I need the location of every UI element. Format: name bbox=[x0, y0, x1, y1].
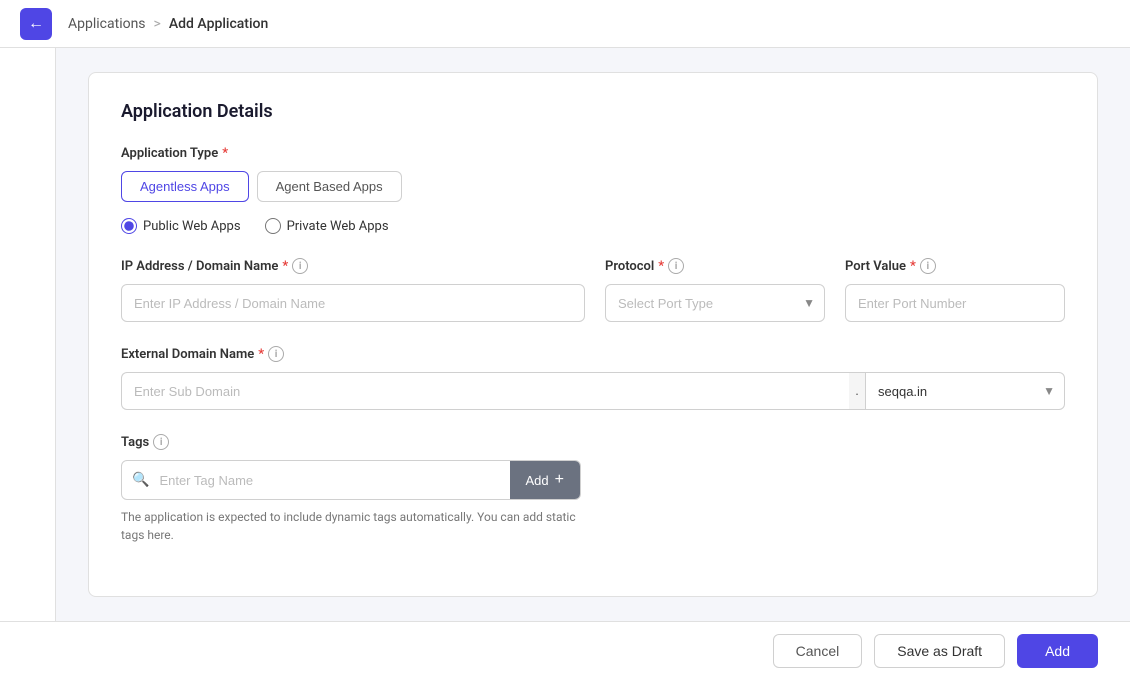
radio-public-text: Public Web Apps bbox=[143, 219, 241, 234]
add-plus-icon: + bbox=[555, 471, 564, 489]
tags-search-icon: 🔍 bbox=[122, 472, 159, 488]
external-domain-info-icon: i bbox=[268, 346, 284, 362]
save-draft-button[interactable]: Save as Draft bbox=[874, 634, 1005, 668]
main-content: Application Details Application Type * A… bbox=[0, 48, 1130, 621]
application-details-card: Application Details Application Type * A… bbox=[88, 72, 1098, 597]
tags-input-row: 🔍 Add + bbox=[121, 460, 581, 500]
protocol-field-group: Protocol * i Select Port Type HTTP HTTPS… bbox=[605, 258, 825, 322]
content-area: Application Details Application Type * A… bbox=[56, 48, 1130, 621]
port-required: * bbox=[910, 259, 916, 274]
port-label: Port Value * i bbox=[845, 258, 1065, 274]
port-info-icon: i bbox=[920, 258, 936, 274]
protocol-select[interactable]: Select Port Type HTTP HTTPS TCP UDP bbox=[605, 284, 825, 322]
subdomain-input[interactable] bbox=[121, 372, 849, 410]
tags-info-icon: i bbox=[153, 434, 169, 450]
ip-input[interactable] bbox=[121, 284, 585, 322]
breadcrumb-separator: > bbox=[154, 16, 161, 32]
app-type-toggle-group: Agentless Apps Agent Based Apps bbox=[121, 171, 1065, 202]
connection-fields-section: IP Address / Domain Name * i Protocol * … bbox=[121, 258, 1065, 322]
protocol-select-wrapper: Select Port Type HTTP HTTPS TCP UDP ▼ bbox=[605, 284, 825, 322]
ip-info-icon: i bbox=[292, 258, 308, 274]
toggle-agent-btn[interactable]: Agent Based Apps bbox=[257, 171, 402, 202]
protocol-info-icon: i bbox=[668, 258, 684, 274]
external-domain-required: * bbox=[258, 347, 264, 362]
breadcrumb-current: Add Application bbox=[169, 16, 268, 32]
protocol-label: Protocol * i bbox=[605, 258, 825, 274]
tag-name-input[interactable] bbox=[159, 461, 509, 499]
web-app-type-radio-group: Public Web Apps Private Web Apps bbox=[121, 218, 1065, 234]
radio-private-text: Private Web Apps bbox=[287, 219, 389, 234]
connection-fields-row: IP Address / Domain Name * i Protocol * … bbox=[121, 258, 1065, 322]
app-type-label: Application Type * bbox=[121, 146, 1065, 161]
tags-section: Tags i 🔍 Add + The application is expect… bbox=[121, 434, 1065, 544]
port-input[interactable] bbox=[845, 284, 1065, 322]
radio-public-label[interactable]: Public Web Apps bbox=[121, 218, 241, 234]
ip-required: * bbox=[282, 259, 288, 274]
footer: Cancel Save as Draft Add bbox=[0, 621, 1130, 680]
domain-select-wrapper: seqqa.in ▼ bbox=[865, 372, 1065, 410]
top-nav: ← Applications > Add Application bbox=[0, 0, 1130, 48]
domain-select[interactable]: seqqa.in bbox=[865, 372, 1065, 410]
app-type-required: * bbox=[222, 146, 228, 161]
protocol-required: * bbox=[658, 259, 664, 274]
breadcrumb: Applications > Add Application bbox=[68, 16, 268, 32]
breadcrumb-root[interactable]: Applications bbox=[68, 16, 146, 32]
external-domain-section: External Domain Name * i . seqqa.in ▼ bbox=[121, 346, 1065, 410]
tags-label: Tags i bbox=[121, 434, 1065, 450]
port-field-group: Port Value * i bbox=[845, 258, 1065, 322]
ip-label: IP Address / Domain Name * i bbox=[121, 258, 585, 274]
app-type-section: Application Type * Agentless Apps Agent … bbox=[121, 146, 1065, 234]
add-submit-button[interactable]: Add bbox=[1017, 634, 1098, 668]
sidebar bbox=[0, 48, 56, 621]
radio-public-input[interactable] bbox=[121, 218, 137, 234]
tags-hint: The application is expected to include d… bbox=[121, 508, 581, 544]
domain-row: . seqqa.in ▼ bbox=[121, 372, 1065, 410]
card-title: Application Details bbox=[121, 101, 1065, 122]
external-domain-label: External Domain Name * i bbox=[121, 346, 1065, 362]
ip-field-group: IP Address / Domain Name * i bbox=[121, 258, 585, 322]
cancel-button[interactable]: Cancel bbox=[773, 634, 863, 668]
add-tag-button[interactable]: Add + bbox=[510, 461, 580, 499]
domain-dot-separator: . bbox=[849, 372, 865, 410]
radio-private-input[interactable] bbox=[265, 218, 281, 234]
toggle-agentless-btn[interactable]: Agentless Apps bbox=[121, 171, 249, 202]
radio-private-label[interactable]: Private Web Apps bbox=[265, 218, 389, 234]
back-button[interactable]: ← bbox=[20, 8, 52, 40]
